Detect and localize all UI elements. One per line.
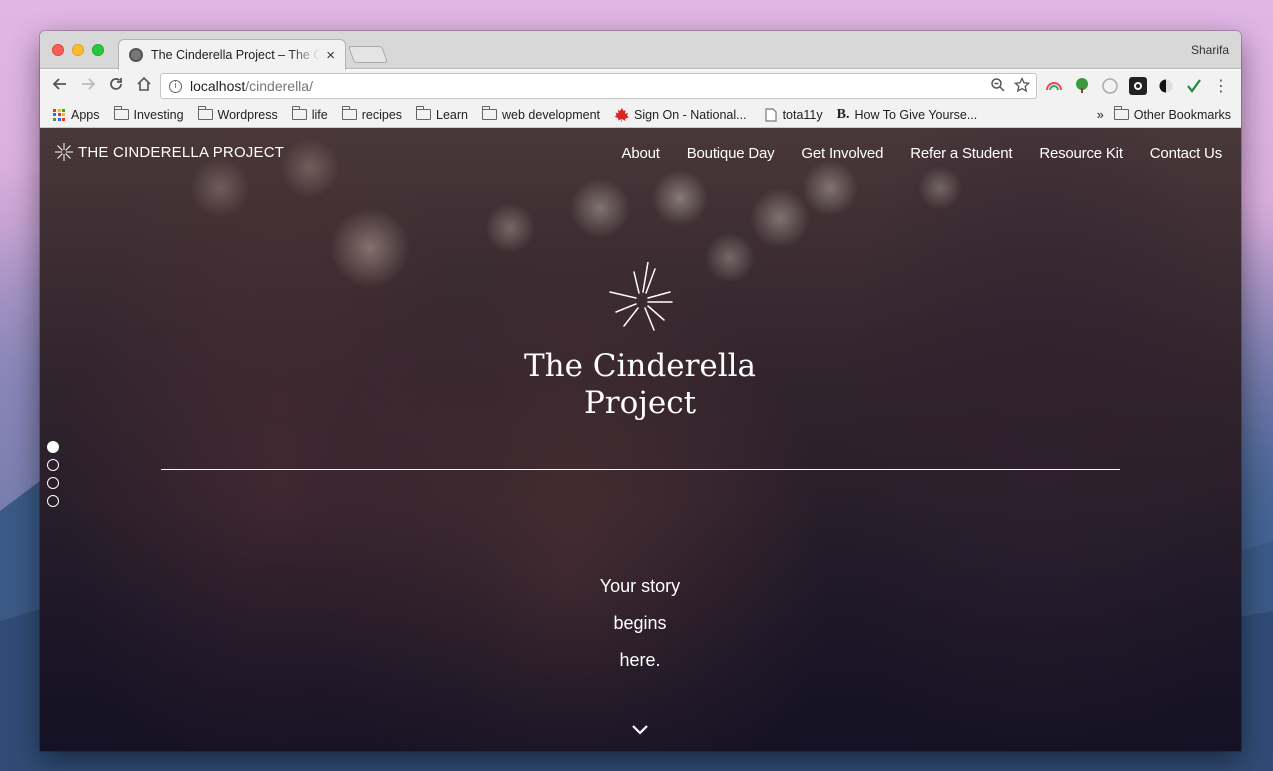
bookmark-star-icon[interactable] [1014,77,1030,93]
folder-icon [416,106,432,120]
profile-name[interactable]: Sharifa [1191,43,1229,57]
browser-menu-icon[interactable]: ⋮ [1213,76,1229,95]
bookmark-label: Learn [436,107,469,122]
bookmarks-overflow-icon[interactable]: » [1097,108,1104,122]
apps-grid-icon [53,108,65,121]
bookmark-label: Investing [133,107,184,122]
sparkle-burst-icon [609,262,673,331]
bookmark-label: tota11y [782,107,823,122]
zoom-window-button[interactable] [92,44,104,56]
folder-icon [197,106,213,120]
url-host: localhost [190,78,246,94]
page-icon [764,107,777,122]
check-extension-icon[interactable] [1185,77,1203,95]
tab-active[interactable]: The Cinderella Project – The Cinderella … [118,39,346,70]
forward-arrow-icon [82,77,96,90]
bookmark-folder-investing[interactable]: Investing [113,106,184,122]
tab-title: The Cinderella Project – The Cinderella … [151,48,321,62]
reload-button[interactable] [102,76,130,97]
extensions [1045,77,1203,95]
home-button[interactable] [130,76,158,97]
slide-dot-3[interactable] [47,477,59,489]
bookmark-label: Apps [71,107,100,122]
url-path: /cinderella/ [245,78,313,94]
back-button[interactable] [46,76,74,97]
bookmark-how-to[interactable]: B. How To Give Yourse... [837,107,978,123]
folder-icon [1113,106,1129,120]
minimize-window-button[interactable] [72,44,84,56]
bookmark-label: recipes [361,107,403,122]
toolbar: i localhost/cinderella/ ⋮ [40,70,1241,102]
scroll-down-chevron-icon[interactable] [630,722,650,736]
hero-title-line-1: The Cinderella [523,348,757,384]
forward-button[interactable] [74,76,102,97]
nav-contact-us[interactable]: Contact Us [1150,145,1222,162]
html-tree-extension-icon[interactable] [1073,77,1091,95]
logo-text: THE CINDERELLA PROJECT [78,143,285,161]
nav-about[interactable]: About [622,145,660,162]
contrast-extension-icon[interactable] [1157,77,1175,95]
bookmarks-bar: Apps Investing Wordpress life recipes Le… [40,102,1241,128]
nav-boutique-day[interactable]: Boutique Day [687,145,775,162]
close-window-button[interactable] [52,44,64,56]
tagline-line-3: here. [619,650,661,670]
bookmark-label: How To Give Yourse... [854,107,978,122]
bookmark-sign-on[interactable]: Sign On - National... [614,107,747,122]
hero-title: The Cinderella Project [440,348,840,422]
bookmark-label: Sign On - National... [634,107,747,122]
slide-dot-4[interactable] [47,495,59,507]
tagline-line-1: Your story [599,576,681,596]
tagline-line-2: begins [613,613,667,633]
maple-leaf-icon [614,107,629,122]
folder-icon [482,106,498,120]
nav-refer-a-student[interactable]: Refer a Student [910,145,1012,162]
bookmark-label: Wordpress [217,107,278,122]
bookmark-folder-wordpress[interactable]: Wordpress [197,106,278,122]
bookmark-apps[interactable]: Apps [53,108,100,122]
bookmark-folder-recipes[interactable]: recipes [341,106,403,122]
bookmark-folder-web-development[interactable]: web development [482,106,600,122]
home-icon [137,76,151,91]
window-controls [52,44,104,56]
bookmark-folder-learn[interactable]: Learn [416,106,469,122]
bookmark-label: web development [502,107,600,122]
nav-resource-kit[interactable]: Resource Kit [1039,145,1123,162]
hero-divider [161,469,1120,470]
bookmark-label: Other Bookmarks [1133,107,1231,122]
back-arrow-icon [52,77,66,90]
slide-dot-1[interactable] [47,441,59,453]
folder-icon [113,106,129,120]
new-tab-button[interactable] [347,46,389,63]
browser-window: The Cinderella Project – The Cinderella … [40,31,1241,751]
bookmarks-right: » Other Bookmarks [1097,106,1231,122]
circle-extension-icon[interactable] [1101,77,1119,95]
hero-tagline: Your story begins here. [540,568,740,679]
sparkle-logo-icon [55,143,73,161]
hero-title-line-2: Project [583,385,697,421]
reload-icon [110,77,122,90]
slide-dot-2[interactable] [47,459,59,471]
main-nav: About Boutique Day Get Involved Refer a … [622,145,1223,162]
nav-get-involved[interactable]: Get Involved [801,145,883,162]
site-logo[interactable]: THE CINDERELLA PROJECT [54,142,284,162]
folder-icon [341,106,357,120]
camera-extension-icon[interactable] [1129,77,1147,95]
tab-strip: The Cinderella Project – The Cinderella … [40,31,1241,70]
hero-section: THE CINDERELLA PROJECT About Boutique Da… [40,128,1241,751]
bookmark-other[interactable]: Other Bookmarks [1113,106,1231,122]
site-info-icon[interactable]: i [169,79,182,93]
b-logo-icon: B. [836,106,850,122]
bookmark-folder-life[interactable]: life [291,106,328,122]
address-bar[interactable]: i localhost/cinderella/ [160,73,1037,99]
tab-close-icon[interactable]: × [326,47,335,64]
bookmark-label: life [311,107,328,122]
folder-icon [291,106,307,120]
slide-pagination [47,441,59,507]
favicon-icon [129,48,143,62]
zoom-icon[interactable] [990,77,1006,93]
bookmark-tota11y[interactable]: tota11y [764,107,823,122]
rainbow-extension-icon[interactable] [1045,77,1063,95]
